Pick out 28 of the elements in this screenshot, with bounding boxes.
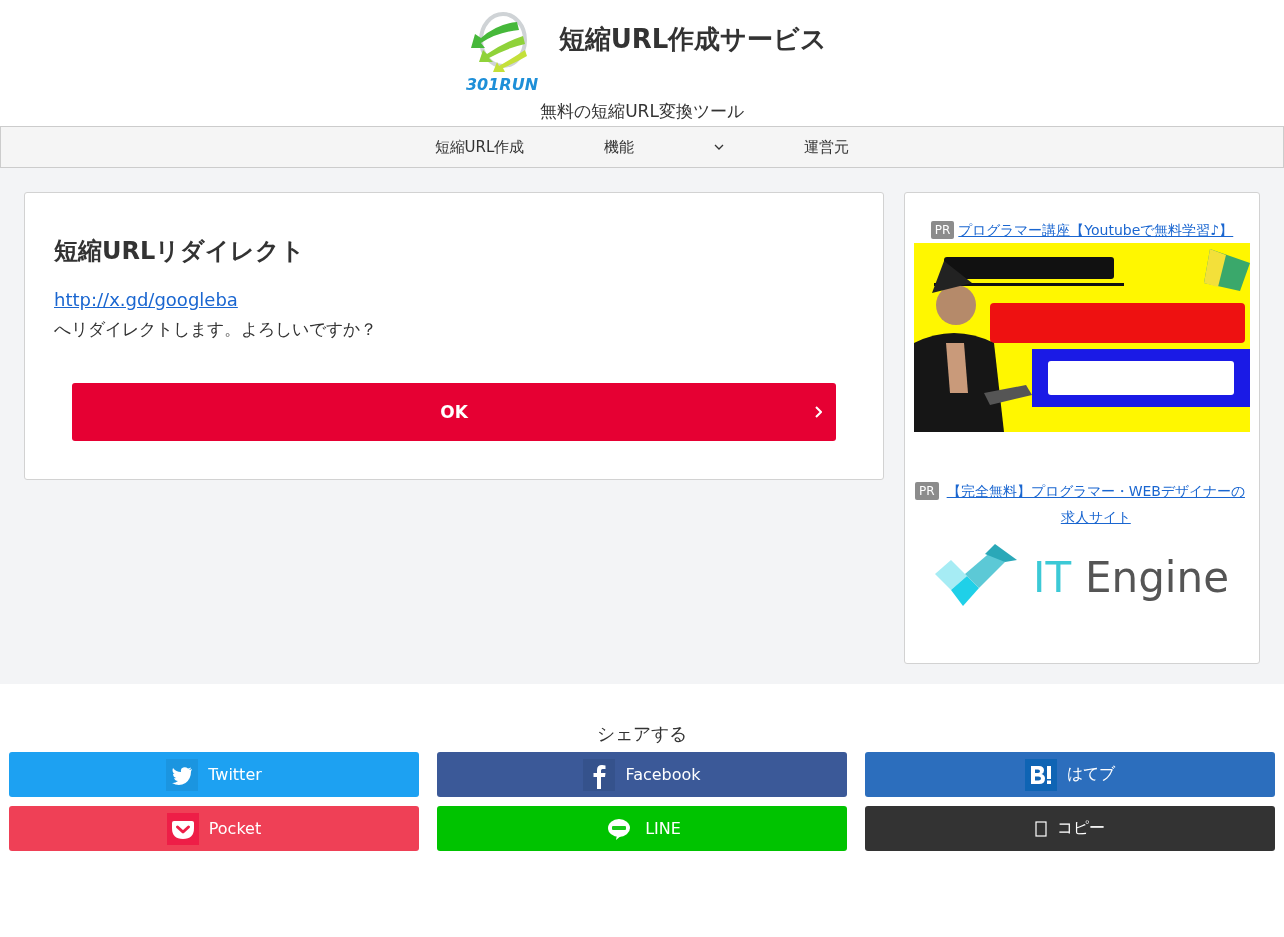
pocket-icon: [166, 812, 199, 845]
site-title[interactable]: 短縮URL作成サービス: [558, 22, 828, 57]
page-heading: 短縮URLリダイレクト: [54, 236, 307, 267]
nav-item[interactable]: 運営元: [804, 137, 850, 157]
ad-link[interactable]: プログラマー講座【Youtubeで無料学習♪】: [958, 217, 1234, 243]
logo-text: IT: [1033, 552, 1072, 602]
share-button[interactable]: はてブ: [865, 752, 1275, 797]
logo-text: Engine: [1085, 552, 1229, 602]
nav-item[interactable]: 機能: [604, 137, 725, 157]
redirect-link[interactable]: http://x.gd/googleba: [54, 289, 238, 310]
nav-item[interactable]: 短縮URL作成: [434, 137, 525, 157]
redirect-message: へリダイレクトします。よろしいですか？: [54, 318, 378, 341]
it-engine-logo[interactable]: IT Engine: [935, 544, 1229, 610]
share-button[interactable]: Pocket: [9, 806, 419, 851]
share-button[interactable]: コピー: [865, 806, 1275, 851]
site-tagline: 無料の短縮URL変換ツール: [540, 100, 744, 123]
bird-icon: [166, 758, 199, 791]
bookmark-b-icon: [1025, 758, 1057, 791]
ad-link[interactable]: 【完全無料】プログラマー・WEBデザイナーの求人サイト: [942, 478, 1249, 530]
ok-button[interactable]: OK: [72, 383, 836, 441]
chevron-icon: [814, 406, 822, 418]
caret-icon: [714, 144, 725, 150]
letter-f-icon: [583, 758, 616, 791]
share-heading: シェアする: [597, 722, 687, 746]
pr-badge: PR: [930, 221, 955, 239]
copy-icon: [1035, 820, 1047, 837]
share-button[interactable]: Facebook: [437, 752, 847, 797]
pr-badge: PR: [915, 482, 939, 500]
